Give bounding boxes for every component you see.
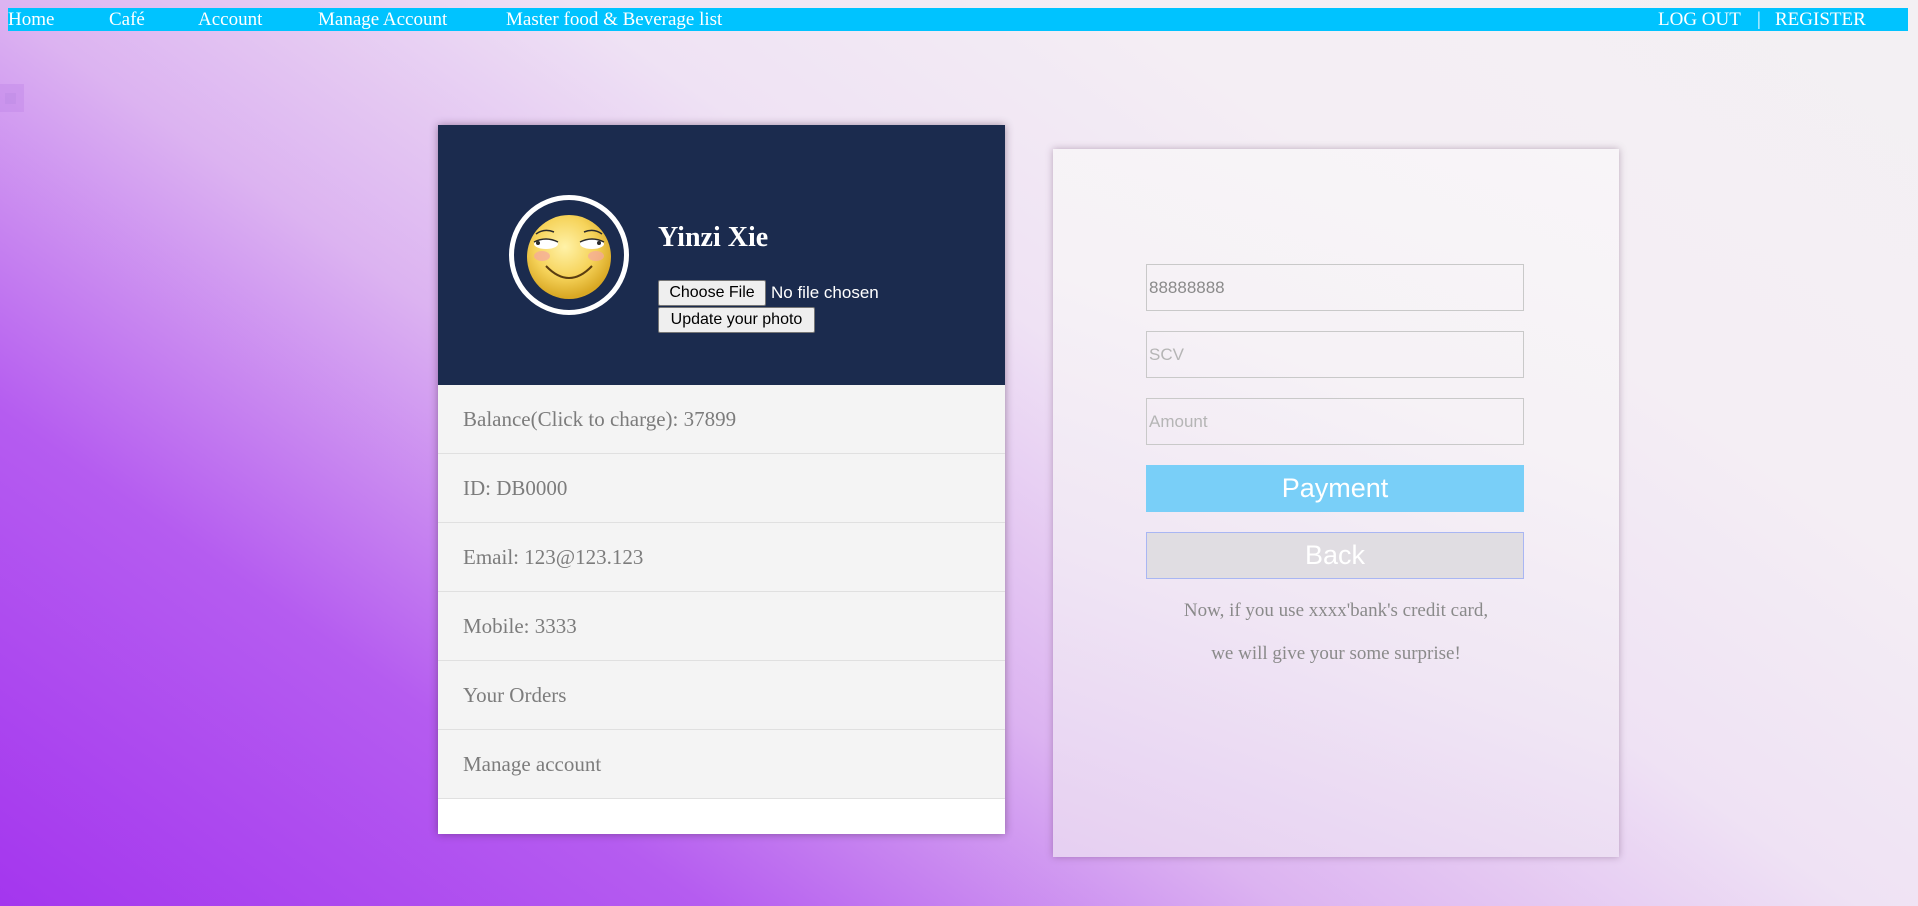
nav-register-link[interactable]: REGISTER xyxy=(1775,8,1866,31)
nav-account-link[interactable]: Account xyxy=(198,8,262,31)
email-item: Email: 123@123.123 xyxy=(438,523,1005,592)
profile-info-list: Balance(Click to charge): 37899 ID: DB00… xyxy=(438,385,1005,799)
nav-logout-link[interactable]: LOG OUT xyxy=(1658,8,1741,31)
nav-home-link[interactable]: Home xyxy=(8,8,54,31)
nav-master-list-link[interactable]: Master food & Beverage list xyxy=(506,8,722,31)
manage-account-link[interactable]: Manage account xyxy=(438,730,1005,799)
payment-card: Payment Back Now, if you use xxxx'bank's… xyxy=(1053,149,1619,857)
amount-input[interactable] xyxy=(1146,398,1524,445)
top-navbar: Home Café Account Manage Account Master … xyxy=(8,8,1908,31)
update-photo-button[interactable]: Update your photo xyxy=(658,307,815,333)
user-name: Yinzi Xie xyxy=(658,222,769,253)
your-orders-link[interactable]: Your Orders xyxy=(438,661,1005,730)
promo-line-1: Now, if you use xxxx'bank's credit card, xyxy=(1183,600,1489,621)
id-item: ID: DB0000 xyxy=(438,454,1005,523)
card-number-input[interactable] xyxy=(1146,264,1524,311)
nav-manage-account-link[interactable]: Manage Account xyxy=(318,8,447,31)
scv-input[interactable] xyxy=(1146,331,1524,378)
file-status-text: No file chosen xyxy=(771,283,879,302)
back-button[interactable]: Back xyxy=(1146,532,1524,579)
profile-card: Yinzi Xie Choose File No file chosen Upd… xyxy=(438,125,1005,834)
corner-widget xyxy=(0,84,24,112)
profile-header: Yinzi Xie Choose File No file chosen Upd… xyxy=(438,125,1005,385)
avatar xyxy=(509,195,629,315)
promo-line-2: we will give your some surprise! xyxy=(1211,643,1461,664)
choose-file-button[interactable]: Choose File xyxy=(658,280,766,306)
payment-button[interactable]: Payment xyxy=(1146,465,1524,512)
mobile-item: Mobile: 3333 xyxy=(438,592,1005,661)
nav-separator: | xyxy=(1757,9,1761,30)
smiley-face-icon xyxy=(527,215,611,299)
nav-cafe-link[interactable]: Café xyxy=(109,8,145,31)
balance-item[interactable]: Balance(Click to charge): 37899 xyxy=(438,385,1005,454)
